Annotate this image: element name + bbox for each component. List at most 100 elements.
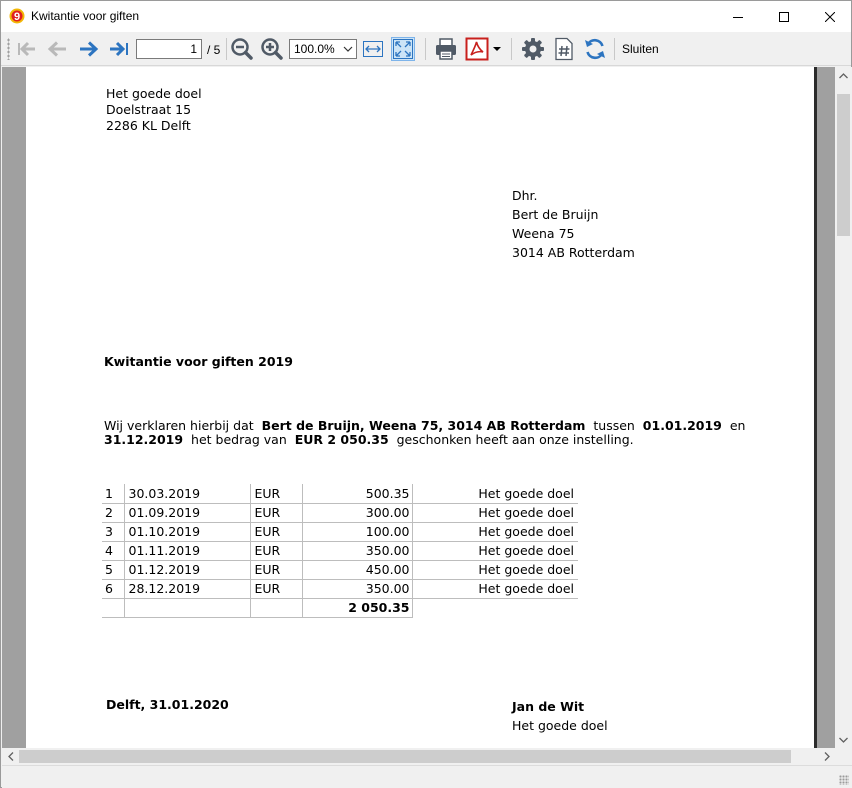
gift-organisation: Het goede doel bbox=[412, 560, 578, 580]
gift-currency: EUR bbox=[250, 522, 303, 542]
receipt-heading: Kwitantie voor giften 2019 bbox=[104, 354, 293, 369]
scroll-down-button[interactable] bbox=[835, 731, 852, 748]
sender-address: Het goede doel Doelstraat 15 2286 KL Del… bbox=[106, 86, 202, 133]
gift-currency: EUR bbox=[250, 579, 303, 599]
toolbar-separator bbox=[425, 38, 426, 60]
zoom-select[interactable]: 100.0% bbox=[289, 39, 357, 59]
gift-currency: EUR bbox=[250, 541, 303, 561]
statement-text: tussen bbox=[593, 418, 635, 433]
close-report-button[interactable]: Sluiten bbox=[622, 42, 659, 56]
report-preview-window: 9 Kwitantie voor giften 1 / 5 100.0% Slu… bbox=[0, 0, 852, 788]
svg-text:9: 9 bbox=[14, 11, 20, 23]
page-total-label: / 5 bbox=[207, 43, 221, 57]
statement-date-to: 31.12.2019 bbox=[104, 432, 184, 447]
toolbar-separator bbox=[226, 38, 227, 60]
gift-date: 28.12.2019 bbox=[124, 579, 251, 599]
zoom-out-button[interactable] bbox=[230, 37, 254, 61]
statement-line-2: 31.12.2019 het bedrag van EUR 2 050.35 g… bbox=[104, 432, 634, 447]
gift-organisation: Het goede doel bbox=[412, 484, 578, 504]
settings-button[interactable] bbox=[521, 37, 545, 61]
scroll-up-button[interactable] bbox=[835, 67, 852, 84]
zoom-in-icon bbox=[261, 38, 283, 60]
zoom-in-button[interactable] bbox=[260, 37, 284, 61]
close-window-button[interactable] bbox=[807, 1, 852, 32]
page-number-icon bbox=[555, 37, 573, 61]
zoom-out-icon bbox=[231, 38, 253, 60]
page-number-input[interactable] bbox=[136, 39, 202, 59]
statement-amount: EUR 2 050.35 bbox=[294, 432, 389, 447]
scroll-right-button[interactable] bbox=[818, 748, 835, 765]
toolbar-separator bbox=[511, 38, 512, 60]
zoom-value: 100.0% bbox=[294, 42, 335, 56]
horizontal-scroll-thumb[interactable] bbox=[19, 750, 791, 763]
signatory-organisation: Het goede doel bbox=[512, 718, 608, 733]
refresh-button[interactable] bbox=[583, 37, 607, 61]
close-icon bbox=[825, 11, 835, 22]
pdf-icon bbox=[465, 37, 489, 61]
gift-date: 30.03.2019 bbox=[124, 484, 251, 504]
signatory-name: Jan de Wit bbox=[512, 699, 585, 714]
table-row: 6 28.12.2019 EUR 350.00 Het goede doel bbox=[102, 579, 578, 599]
statement-text: het bedrag van bbox=[191, 432, 287, 447]
fit-width-icon bbox=[363, 41, 383, 57]
statement-date-from: 01.01.2019 bbox=[642, 418, 722, 433]
table-row: 4 01.11.2019 EUR 350.00 Het goede doel bbox=[102, 541, 578, 561]
scroll-left-button[interactable] bbox=[2, 748, 19, 765]
resize-grip-icon[interactable] bbox=[839, 775, 849, 785]
print-icon bbox=[436, 38, 456, 60]
gift-number: 4 bbox=[102, 541, 125, 561]
gift-number: 1 bbox=[102, 484, 125, 504]
total-amount: 2 050.35 bbox=[302, 598, 413, 618]
horizontal-scrollbar[interactable] bbox=[2, 748, 835, 765]
maximize-icon bbox=[779, 11, 789, 22]
export-dropdown-button[interactable] bbox=[490, 37, 504, 61]
signature-block: Jan de Wit Het goede doel bbox=[512, 697, 608, 735]
gift-amount: 500.35 bbox=[302, 484, 413, 504]
gift-organisation: Het goede doel bbox=[412, 579, 578, 599]
recipient-address: Dhr. Bert de Bruijn Weena 75 3014 AB Rot… bbox=[512, 186, 635, 262]
fit-width-button[interactable] bbox=[361, 37, 385, 61]
gift-amount: 350.00 bbox=[302, 541, 413, 561]
toolbar-grip[interactable] bbox=[7, 38, 10, 60]
minimize-icon bbox=[733, 16, 743, 18]
statement-donor: Bert de Bruijn, Weena 75, 3014 AB Rotter… bbox=[261, 418, 586, 433]
gift-number: 3 bbox=[102, 522, 125, 542]
scroll-right-icon bbox=[824, 752, 830, 761]
maximize-button[interactable] bbox=[761, 1, 807, 32]
statement-text: Wij verklaren hierbij dat bbox=[104, 418, 254, 433]
gift-organisation: Het goede doel bbox=[412, 522, 578, 542]
page-numbering-button[interactable] bbox=[552, 37, 576, 61]
refresh-icon bbox=[585, 38, 605, 60]
scrollbar-corner bbox=[835, 748, 852, 765]
next-page-button[interactable] bbox=[77, 37, 101, 61]
table-total-row: 2 050.35 bbox=[102, 598, 578, 618]
statement-text: en bbox=[729, 418, 746, 433]
print-button[interactable] bbox=[434, 37, 458, 61]
gifts-table: 1 30.03.2019 EUR 500.35 Het goede doel 2 01.09… bbox=[102, 484, 578, 618]
gift-organisation: Het goede doel bbox=[412, 503, 578, 523]
fit-page-icon bbox=[393, 39, 413, 59]
minimize-button[interactable] bbox=[715, 1, 761, 32]
gift-date: 01.10.2019 bbox=[124, 522, 251, 542]
chevron-down-icon bbox=[343, 46, 353, 52]
previous-page-button[interactable] bbox=[45, 37, 69, 61]
first-page-button[interactable] bbox=[15, 37, 39, 61]
vertical-scroll-thumb[interactable] bbox=[837, 94, 850, 236]
table-row: 5 01.12.2019 EUR 450.00 Het goede doel bbox=[102, 560, 578, 580]
recipient-salutation: Dhr. bbox=[512, 188, 538, 203]
fit-page-button[interactable] bbox=[391, 37, 415, 61]
gift-number: 5 bbox=[102, 560, 125, 580]
last-page-button[interactable] bbox=[107, 37, 131, 61]
export-pdf-button[interactable] bbox=[465, 37, 489, 61]
table-row: 2 01.09.2019 EUR 300.00 Het goede doel bbox=[102, 503, 578, 523]
toolbar: / 5 100.0% bbox=[1, 32, 851, 66]
recipient-name: Bert de Bruijn bbox=[512, 207, 599, 222]
table-row: 1 30.03.2019 EUR 500.35 Het goede doel bbox=[102, 484, 578, 504]
gift-amount: 300.00 bbox=[302, 503, 413, 523]
vertical-scrollbar[interactable] bbox=[835, 67, 852, 748]
statement-text: geschonken heeft aan onze instelling. bbox=[396, 432, 634, 447]
status-bar bbox=[2, 765, 852, 788]
document-viewport[interactable]: Het goede doel Doelstraat 15 2286 KL Del… bbox=[2, 67, 835, 748]
gift-number: 2 bbox=[102, 503, 125, 523]
statement-line-1: Wij verklaren hierbij dat Bert de Bruijn… bbox=[104, 418, 745, 433]
